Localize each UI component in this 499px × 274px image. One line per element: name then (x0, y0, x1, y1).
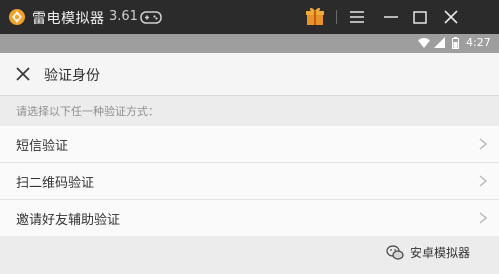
menu-icon (350, 11, 364, 23)
option-sms-verification[interactable]: 短信验证 (0, 126, 499, 163)
app-name: 雷电模拟器 (32, 11, 105, 27)
option-label: 邀请好友辅助验证 (16, 213, 121, 228)
option-label: 短信验证 (16, 139, 69, 154)
gift-icon[interactable] (305, 6, 325, 26)
wechat-icon (386, 244, 404, 260)
watermark: 安卓模拟器 (386, 244, 470, 261)
app-version: 3.61 (109, 9, 138, 24)
chevron-right-icon (479, 175, 487, 187)
minimize-button[interactable] (380, 6, 402, 28)
logo-icon (9, 9, 25, 25)
chevron-right-icon (479, 138, 487, 150)
option-friend-assist-verification[interactable]: 邀请好友辅助验证 (0, 200, 499, 236)
battery-icon (452, 37, 459, 49)
page-title: 验证身份 (44, 68, 100, 84)
menu-button[interactable] (346, 6, 368, 28)
emulator-title-bar: 雷电模拟器 3.61 (0, 0, 499, 34)
close-icon (444, 10, 458, 24)
signal-icon (434, 37, 445, 48)
watermark-text: 安卓模拟器 (410, 246, 471, 260)
gamepad-icon[interactable] (140, 9, 162, 25)
verification-hint: 请选择以下任一种验证方式： (16, 105, 159, 118)
maximize-icon (413, 10, 427, 24)
option-label: 扫二维码验证 (16, 176, 95, 191)
status-time: 4:27 (466, 36, 491, 49)
chevron-right-icon (479, 212, 487, 224)
option-qrcode-verification[interactable]: 扫二维码验证 (0, 163, 499, 200)
title-bar-divider (336, 10, 337, 24)
android-status-bar: 4:27 (0, 34, 499, 53)
close-icon[interactable] (14, 65, 32, 83)
page-header: 验证身份 (0, 53, 499, 96)
close-button[interactable] (440, 6, 462, 28)
wifi-icon (418, 38, 430, 48)
maximize-button[interactable] (409, 6, 431, 28)
minimize-icon (384, 16, 398, 18)
verification-options: 短信验证 扫二维码验证 邀请好友辅助验证 (0, 126, 499, 236)
